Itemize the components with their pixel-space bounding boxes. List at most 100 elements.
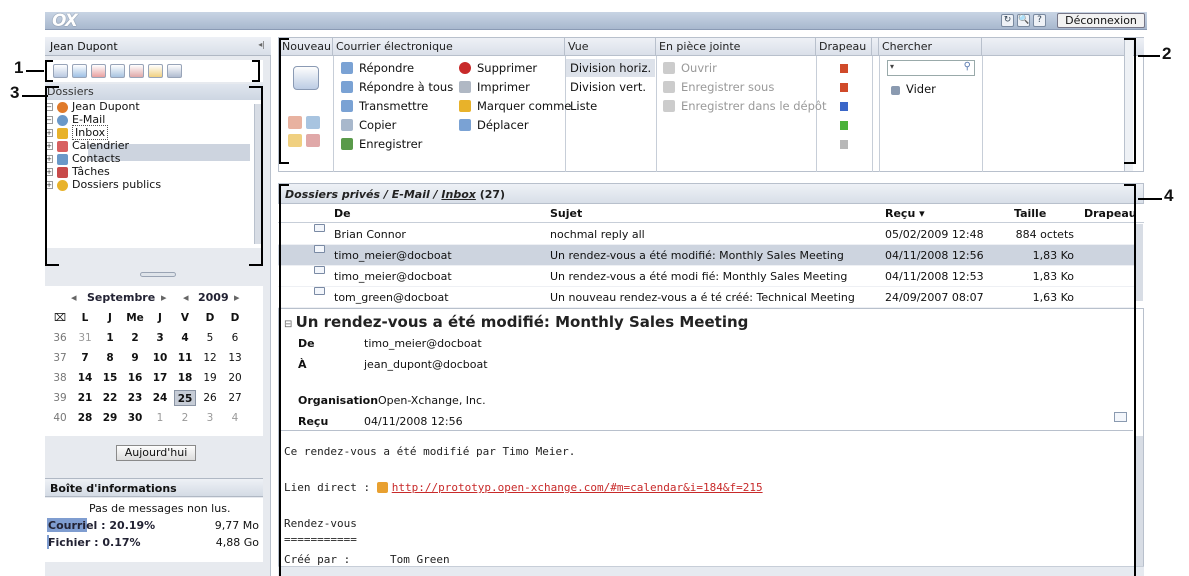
tasks-module-icon[interactable] [129,64,144,78]
mail-row[interactable]: timo_meier@docboat Un rendez-vous a été m… [278,266,1134,287]
view-horizontal-split[interactable]: Division horiz. [570,60,651,76]
week-number[interactable]: 38 [49,370,71,386]
calendar-day[interactable]: 24 [149,390,171,406]
calendar-day[interactable]: 14 [74,370,96,386]
tree-item-contacts[interactable]: + Contacts [45,152,263,165]
calendar-day[interactable]: 28 [74,410,96,426]
calendar-module-icon[interactable] [91,64,106,78]
help-icon[interactable]: ? [1033,14,1046,27]
email-module-icon[interactable] [72,64,87,78]
calendar-day[interactable]: 7 [74,350,96,366]
tree-item-inbox[interactable]: + Inbox [45,125,263,140]
calendar-day[interactable]: 2 [124,330,146,346]
calendar-day[interactable]: 25 [174,390,196,406]
col-size[interactable]: Taille [1014,207,1046,220]
tree-item-jean-dupont[interactable]: − Jean Dupont [45,100,263,113]
from-value[interactable]: timo_meier@docboat [364,337,482,350]
calendar-day[interactable]: 15 [99,370,121,386]
flag-green-icon[interactable] [840,121,848,130]
direct-link[interactable]: http://prototyp.open-xchange.com/#m=cale… [392,481,763,494]
new-task-icon[interactable] [306,134,320,147]
calendar-day[interactable]: 22 [99,390,121,406]
copy-button[interactable]: Copier [341,117,396,133]
search-input[interactable]: ▾ ⚲ [887,60,975,76]
tree-item-calendar[interactable]: + Calendrier [45,139,263,152]
clear-search-button[interactable]: Vider [891,81,936,97]
calendar-day[interactable]: 31 [74,330,96,346]
prev-month-icon[interactable]: ◂ [71,291,77,304]
flag-red-icon[interactable] [840,83,848,92]
next-year-icon[interactable]: ▸ [234,291,240,304]
today-button[interactable]: Aujourd'hui [116,445,196,461]
reply-all-button[interactable]: Répondre à tous [341,79,453,95]
mail-row[interactable]: timo_meier@docboat Un rendez-vous a été m… [278,245,1134,266]
infostore-module-icon[interactable] [148,64,163,78]
calendar-day[interactable]: 18 [174,370,196,386]
week-number[interactable]: 36 [49,330,71,346]
flag-blue-icon[interactable] [840,102,848,111]
attachment-open-button[interactable]: Ouvrir [663,60,717,76]
search-dropdown-icon[interactable]: ▾ [890,62,894,71]
calendar-day[interactable]: 23 [124,390,146,406]
attachment-save-to-store-button[interactable]: Enregistrer dans le dépôt [663,98,826,114]
calendar-day[interactable]: 26 [199,390,221,406]
prev-year-icon[interactable]: ◂ [183,291,189,304]
settings-module-icon[interactable] [167,64,182,78]
move-button[interactable]: Déplacer [459,117,529,133]
calendar-day[interactable]: 3 [199,410,221,426]
calendar-day[interactable]: 9 [124,350,146,366]
calendar-day[interactable]: 8 [99,350,121,366]
col-received[interactable]: Reçu ▾ [885,207,925,220]
col-subject[interactable]: Sujet [550,207,582,220]
search-icon[interactable]: 🔍 [1017,14,1030,27]
calendar-day[interactable]: 13 [224,350,246,366]
calendar-day[interactable]: 1 [149,410,171,426]
calendar-day[interactable]: 6 [224,330,246,346]
calendar-day[interactable]: 11 [174,350,196,366]
forward-button[interactable]: Transmettre [341,98,428,114]
week-number[interactable]: 37 [49,350,71,366]
col-from[interactable]: De [334,207,351,220]
calendar-day[interactable]: 27 [224,390,246,406]
week-number[interactable]: 39 [49,390,71,406]
new-appointment-icon[interactable] [288,116,302,129]
delete-button[interactable]: Supprimer [459,60,537,76]
calendar-day[interactable]: 4 [224,410,246,426]
calendar-day[interactable]: 1 [99,330,121,346]
calendar-day[interactable]: 12 [199,350,221,366]
calendar-day[interactable]: 3 [149,330,171,346]
calendar-day[interactable]: 30 [124,410,146,426]
print-button[interactable]: Imprimer [459,79,530,95]
splitter-handle[interactable] [140,272,176,277]
calendar-day[interactable]: 16 [124,370,146,386]
mail-row[interactable]: tom_green@docboat Un nouveau rendez-vous … [278,287,1134,308]
view-vertical-split[interactable]: Division vert. [570,79,646,95]
flag-grey-icon[interactable] [840,140,848,149]
attachment-save-as-button[interactable]: Enregistrer sous [663,79,774,95]
new-contact-icon[interactable] [306,116,320,129]
search-magnifier-icon[interactable]: ⚲ [964,61,971,72]
contacts-module-icon[interactable] [110,64,125,78]
calendar-day[interactable]: 17 [149,370,171,386]
calendar-day[interactable]: 4 [174,330,196,346]
calendar-day[interactable]: 2 [174,410,196,426]
refresh-icon[interactable]: ↻ [1001,14,1014,27]
save-button[interactable]: Enregistrer [341,136,422,152]
calendar-day[interactable]: 19 [199,370,221,386]
calendar-day[interactable]: 5 [199,330,221,346]
calendar-day[interactable]: 29 [99,410,121,426]
logout-button[interactable]: Déconnexion [1057,13,1145,28]
calendar-day[interactable]: 10 [149,350,171,366]
tree-item-public-folders[interactable]: + Dossiers publics [45,178,263,191]
tree-item-tasks[interactable]: + Tâches [45,165,263,178]
reply-button[interactable]: Répondre [341,60,414,76]
collapse-icon[interactable]: ◂| [258,40,265,49]
flag-icon[interactable] [840,64,848,73]
mail-row[interactable]: Brian Connor nochmal reply all 05/02/2009 … [278,224,1134,245]
calendar-day[interactable]: 20 [224,370,246,386]
portal-icon[interactable] [53,64,68,78]
week-number[interactable]: 40 [49,410,71,426]
folder-link-inbox[interactable]: Inbox [441,188,475,201]
view-list[interactable]: Liste [570,98,597,114]
mark-as-button[interactable]: Marquer comme [459,98,571,114]
